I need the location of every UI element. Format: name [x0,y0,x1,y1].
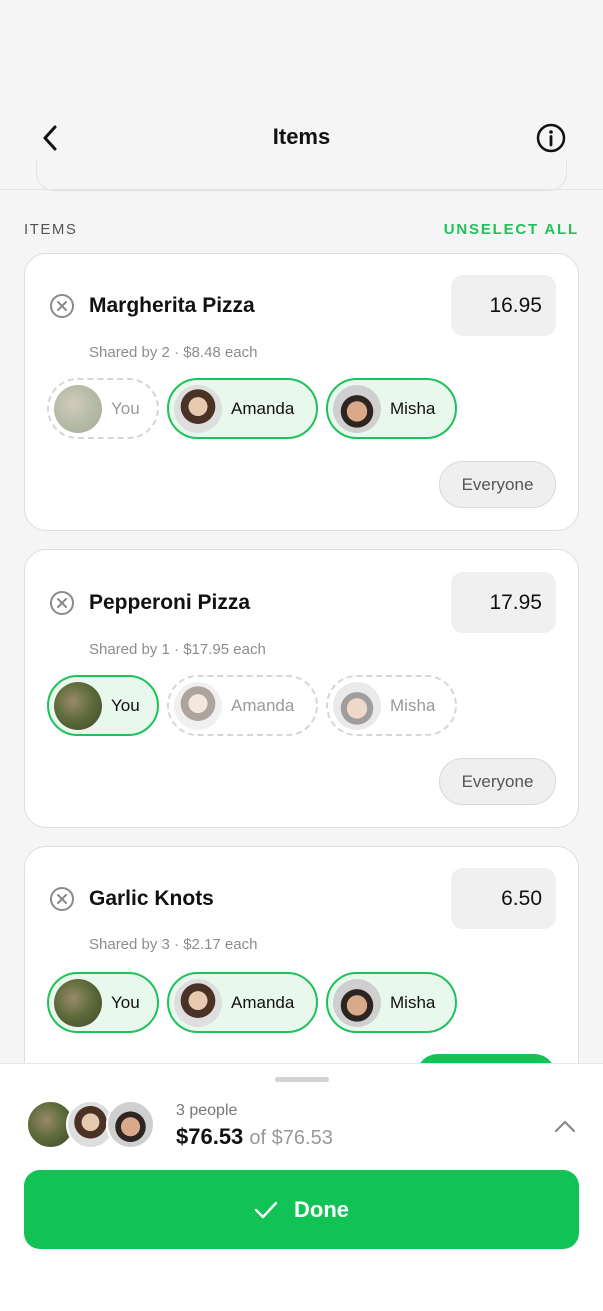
everyone-button[interactable]: Everyone [439,461,556,508]
person-chip-you[interactable]: You [47,972,159,1033]
item-price-field[interactable]: 6.50 [451,868,556,929]
total-of: of $76.53 [249,1127,333,1149]
section-label: ITEMS [24,221,78,238]
chip-label: Amanda [231,398,295,418]
item-price-field[interactable]: 17.95 [451,572,556,633]
remove-item-button[interactable] [49,293,75,319]
remove-item-button[interactable] [49,886,75,912]
close-circle-icon [50,294,74,318]
person-chip-amanda[interactable]: Amanda [167,378,318,439]
chip-label: Misha [390,398,436,418]
item-card: Margherita Pizza 16.95 Shared by 2 · $8.… [24,253,579,531]
people-count: 3 people [176,1102,238,1119]
avatar [174,978,222,1027]
avatar [54,384,102,433]
header: Items [0,0,603,191]
done-label: Done [294,1196,349,1222]
chip-label: Misha [390,992,436,1012]
person-chip-you[interactable]: You [47,675,159,736]
avatar [333,681,381,730]
item-card: Pepperoni Pizza 17.95 Shared by 1 · $17.… [24,549,579,828]
avatar [333,384,381,433]
chip-label: You [111,398,140,418]
page-title: Items [272,124,331,149]
total-line: $76.53 of $76.53 [176,1124,333,1150]
share-info: Shared by 1 · $17.95 each [89,641,266,658]
person-chip-amanda[interactable]: Amanda [167,675,318,736]
item-name: Garlic Knots [89,887,214,910]
item-name: Margherita Pizza [89,294,255,317]
summary-sheet: 3 people $76.53 of $76.53 Done [0,1063,603,1311]
info-circle-icon [536,123,566,153]
person-chip-you[interactable]: You [47,378,159,439]
item-name: Pepperoni Pizza [89,591,251,614]
previous-card-edge [36,160,567,191]
share-info: Shared by 3 · $2.17 each [89,936,258,953]
person-chip-misha[interactable]: Misha [326,378,457,439]
header-divider [0,189,603,190]
chip-label: Amanda [231,992,295,1012]
info-button[interactable] [530,118,572,158]
person-chip-misha[interactable]: Misha [326,972,457,1033]
chip-label: You [111,695,140,715]
avatar [333,978,381,1027]
unselect-all-button[interactable]: UNSELECT ALL [444,221,579,238]
close-circle-icon [50,887,74,911]
chip-label: You [111,992,140,1012]
total-amount: $76.53 [176,1124,244,1149]
person-chip-amanda[interactable]: Amanda [167,972,318,1033]
everyone-button[interactable]: Everyone [439,758,556,805]
item-price-field[interactable]: 16.95 [451,275,556,336]
avatar [174,384,222,433]
person-chip-misha[interactable]: Misha [326,675,457,736]
done-button[interactable]: Done [24,1170,579,1249]
share-info: Shared by 2 · $8.48 each [89,344,258,361]
avatar [106,1100,155,1149]
avatar [54,978,102,1027]
avatar [54,681,102,730]
expand-summary-button[interactable] [553,1114,577,1138]
sheet-grabber[interactable] [275,1077,329,1082]
chip-label: Amanda [231,695,295,715]
chevron-up-icon [554,1120,576,1133]
remove-item-button[interactable] [49,590,75,616]
chip-label: Misha [390,695,436,715]
check-icon [254,1200,278,1220]
close-circle-icon [50,591,74,615]
avatar [174,681,222,730]
